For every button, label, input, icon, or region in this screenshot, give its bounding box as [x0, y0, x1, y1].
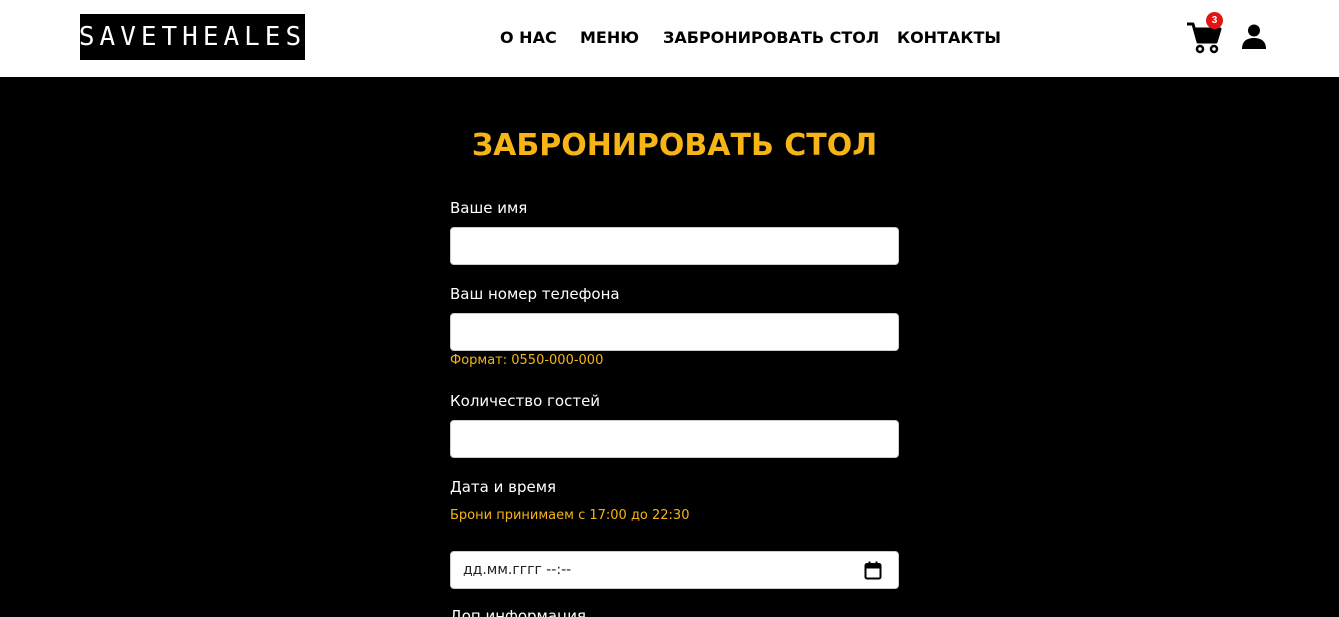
nav-item-book-table[interactable]: ЗАБРОНИРОВАТЬ СТОЛ	[663, 28, 879, 47]
nav-item-contacts[interactable]: КОНТАКТЫ	[897, 28, 1001, 47]
phone-field[interactable]	[450, 313, 899, 351]
datetime-label: Дата и время	[450, 478, 557, 496]
phone-format-hint: Формат: 0550-000-000	[450, 353, 604, 368]
nav-item-about[interactable]: О НАС	[500, 28, 557, 47]
guests-label: Количество гостей	[450, 392, 601, 410]
logo[interactable]: SAVETHEALES	[79, 14, 305, 60]
phone-label: Ваш номер телефона	[450, 285, 620, 303]
extra-info-label: Доп.информация	[450, 607, 587, 617]
datetime-field[interactable]: дд.мм.гггг --:--	[450, 551, 899, 589]
name-field[interactable]	[450, 227, 899, 265]
name-label: Ваше имя	[450, 199, 528, 217]
cart-count-badge: 3	[1206, 12, 1223, 29]
datetime-placeholder: дд.мм.гггг --:--	[463, 562, 572, 578]
datetime-hint: Брони принимаем с 17:00 до 22:30	[450, 508, 690, 523]
site-header: SAVETHEALES О НАС МЕНЮ ЗАБРОНИРОВАТЬ СТО…	[0, 0, 1339, 77]
calendar-icon[interactable]	[864, 561, 882, 580]
guests-field[interactable]	[450, 420, 899, 458]
page-title: ЗАБРОНИРОВАТЬ СТОЛ	[471, 128, 878, 163]
user-icon[interactable]	[1242, 24, 1266, 49]
nav-item-menu[interactable]: МЕНЮ	[580, 28, 639, 47]
